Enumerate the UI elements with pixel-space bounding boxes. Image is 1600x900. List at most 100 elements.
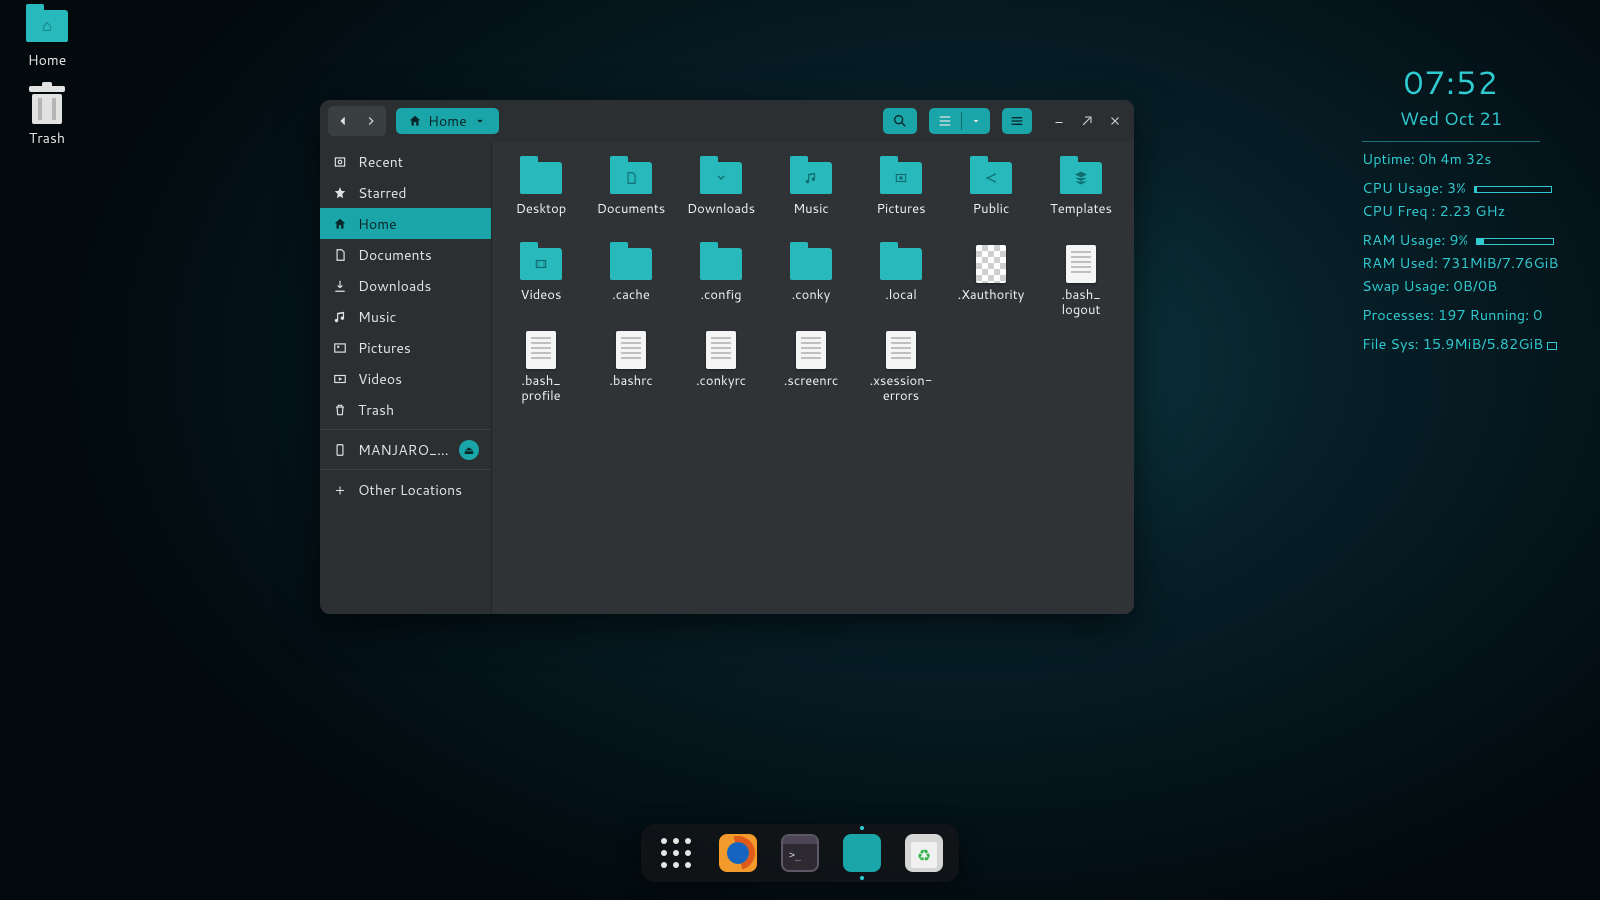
sidebar-item-pictures[interactable]: Pictures bbox=[320, 332, 491, 363]
sidebar-item-starred[interactable]: Starred bbox=[320, 177, 491, 208]
sidebar-item-label: Home bbox=[358, 214, 397, 234]
close-button[interactable] bbox=[1104, 110, 1126, 132]
chevron-down-icon bbox=[473, 114, 487, 128]
dock-firefox[interactable] bbox=[719, 834, 757, 872]
folder-icon bbox=[1060, 162, 1102, 194]
doc-icon bbox=[332, 248, 348, 262]
file-label: .bash_logout bbox=[1061, 288, 1100, 318]
download-icon bbox=[332, 279, 348, 293]
ram-usage: RAM Usage: 9% bbox=[1362, 229, 1540, 250]
path-label: Home bbox=[428, 111, 467, 131]
file-label: Videos bbox=[521, 288, 562, 303]
dock-apps-button[interactable] bbox=[657, 834, 695, 872]
sidebar-item-videos[interactable]: Videos bbox=[320, 363, 491, 394]
file-item[interactable]: Videos bbox=[496, 240, 586, 326]
document-icon bbox=[886, 331, 916, 369]
sidebar-item-downloads[interactable]: Downloads bbox=[320, 270, 491, 301]
sidebar-item-label: Music bbox=[358, 307, 396, 327]
folder-icon bbox=[520, 248, 562, 280]
file-item[interactable]: .cache bbox=[586, 240, 676, 326]
search-button[interactable] bbox=[883, 108, 917, 134]
sidebar-item-label: Trash bbox=[358, 400, 394, 420]
video-icon bbox=[332, 372, 348, 386]
uptime: Uptime: 0h 4m 32s bbox=[1362, 148, 1540, 169]
sidebar-item-home[interactable]: Home bbox=[320, 208, 491, 239]
hamburger-menu-button[interactable] bbox=[1002, 108, 1032, 134]
file-label: Templates bbox=[1050, 202, 1112, 217]
minimize-icon bbox=[1053, 115, 1065, 127]
file-label: Music bbox=[793, 202, 829, 217]
sidebar-item-label: MANJARO_GN… bbox=[358, 440, 449, 460]
hamburger-icon bbox=[1009, 113, 1025, 129]
list-icon bbox=[937, 113, 953, 129]
processes: Processes: 197 Running: 0 bbox=[1362, 304, 1540, 325]
file-item[interactable]: .Xauthority bbox=[946, 240, 1036, 326]
path-breadcrumb[interactable]: Home bbox=[396, 108, 499, 134]
maximize-icon bbox=[1081, 115, 1093, 127]
file-item[interactable]: .conkyrc bbox=[676, 326, 766, 412]
file-item[interactable]: .local bbox=[856, 240, 946, 326]
file-item[interactable]: Templates bbox=[1036, 154, 1126, 240]
home-icon bbox=[332, 217, 348, 231]
desktop-icon-home[interactable]: ⌂ Home bbox=[12, 6, 82, 70]
file-label: Documents bbox=[597, 202, 666, 217]
cpu-freq: CPU Freq : 2.23 GHz bbox=[1362, 200, 1540, 221]
eject-button[interactable]: ⏏ bbox=[459, 440, 479, 460]
folder-icon bbox=[610, 162, 652, 194]
music-icon bbox=[332, 310, 348, 324]
minimize-button[interactable] bbox=[1048, 110, 1070, 132]
view-dropdown-button[interactable] bbox=[962, 108, 990, 134]
file-item[interactable]: Music bbox=[766, 154, 856, 240]
forward-button[interactable] bbox=[358, 108, 384, 134]
sidebar-item-music[interactable]: Music bbox=[320, 301, 491, 332]
sidebar-item-trash[interactable]: Trash bbox=[320, 394, 491, 425]
file-label: .screenrc bbox=[784, 374, 838, 389]
file-item[interactable]: Desktop bbox=[496, 154, 586, 240]
file-item[interactable]: .config bbox=[676, 240, 766, 326]
back-button[interactable] bbox=[330, 108, 356, 134]
arrow-left-icon bbox=[336, 114, 350, 128]
dock-files[interactable] bbox=[843, 834, 881, 872]
list-view-button[interactable] bbox=[929, 108, 961, 134]
file-label: Pictures bbox=[876, 202, 925, 217]
file-item[interactable]: .bash_logout bbox=[1036, 240, 1126, 326]
file-label: Public bbox=[973, 202, 1010, 217]
recycle-icon: ♻ bbox=[911, 842, 937, 868]
sidebar-item-recent[interactable]: Recent bbox=[320, 146, 491, 177]
trash-icon bbox=[332, 403, 348, 417]
file-item[interactable]: Documents bbox=[586, 154, 676, 240]
file-label: .Xauthority bbox=[958, 288, 1025, 303]
folder-icon bbox=[520, 162, 562, 194]
file-item[interactable]: .screenrc bbox=[766, 326, 856, 412]
document-icon bbox=[1066, 245, 1096, 283]
file-label: Desktop bbox=[516, 202, 567, 217]
unknown-file-icon bbox=[976, 245, 1006, 283]
sidebar-other-locations[interactable]: + Other Locations bbox=[320, 474, 491, 505]
arrow-right-icon bbox=[364, 114, 378, 128]
filesystem: File Sys: 15.9MiB/5.82GiB bbox=[1362, 333, 1540, 354]
dock-trash[interactable]: ♻ bbox=[905, 834, 943, 872]
folder-icon bbox=[970, 162, 1012, 194]
file-item[interactable]: .bashrc bbox=[586, 326, 676, 412]
sidebar-item-label: Other Locations bbox=[358, 480, 462, 500]
file-item[interactable]: .xsession-errors bbox=[856, 326, 946, 412]
desktop-icon-trash[interactable]: Trash bbox=[12, 84, 82, 148]
sidebar-item-documents[interactable]: Documents bbox=[320, 239, 491, 270]
file-manager-titlebar[interactable]: Home bbox=[320, 100, 1134, 142]
file-item[interactable]: Public bbox=[946, 154, 1036, 240]
sidebar-item-label: Videos bbox=[358, 369, 402, 389]
file-grid[interactable]: Desktop Documents Downloads Music Pictures Pu… bbox=[492, 142, 1134, 614]
file-label: .bashrc bbox=[609, 374, 652, 389]
document-icon bbox=[796, 331, 826, 369]
file-item[interactable]: Downloads bbox=[676, 154, 766, 240]
file-item[interactable]: .conky bbox=[766, 240, 856, 326]
file-item[interactable]: .bash_profile bbox=[496, 326, 586, 412]
plus-icon: + bbox=[332, 480, 348, 500]
desktop-icon-label: Home bbox=[28, 50, 67, 70]
file-item[interactable]: Pictures bbox=[856, 154, 946, 240]
system-monitor-widget: 07:52 Wed Oct 21 Uptime: 0h 4m 32s CPU U… bbox=[1352, 50, 1550, 366]
desktop-icon-label: Trash bbox=[29, 128, 65, 148]
sidebar-mount[interactable]: MANJARO_GN… ⏏ bbox=[320, 434, 491, 465]
dock-terminal[interactable]: >_ bbox=[781, 834, 819, 872]
maximize-button[interactable] bbox=[1076, 110, 1098, 132]
